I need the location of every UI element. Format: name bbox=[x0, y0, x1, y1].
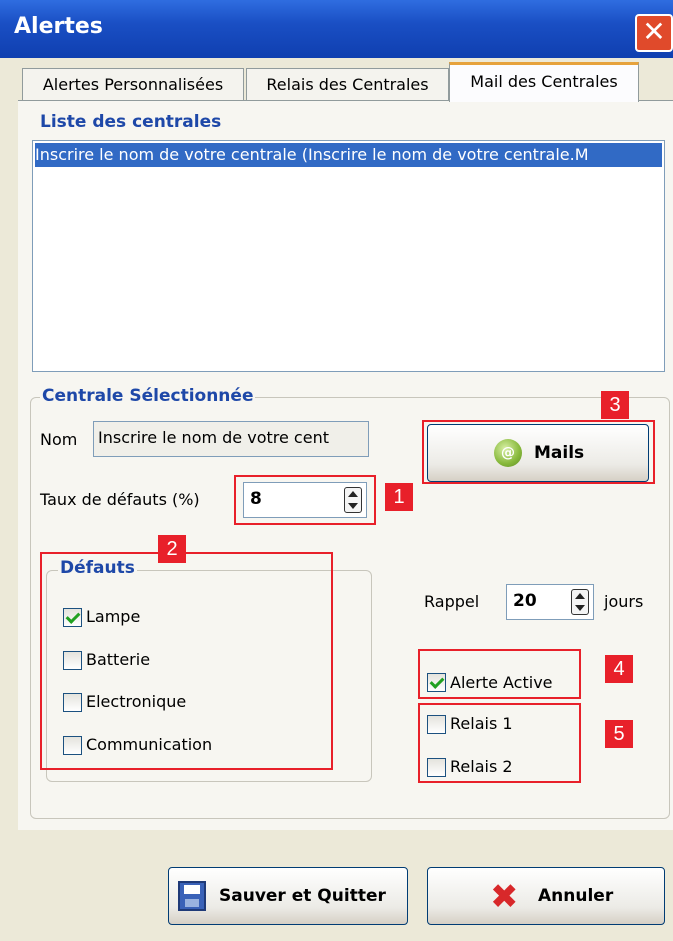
window-title: Alertes bbox=[14, 14, 103, 39]
tab-mail-des-centrales[interactable]: Mail des Centrales bbox=[449, 62, 639, 102]
annotation-badge-3: 3 bbox=[601, 391, 629, 419]
red-cross-icon: ✖ bbox=[490, 877, 519, 917]
alerts-window: Alertes ✕ Alertes Personnalisées Relais … bbox=[0, 0, 673, 941]
rappel-unit: jours bbox=[604, 592, 644, 611]
annotation-badge-4: 4 bbox=[605, 655, 633, 683]
taux-label: Taux de défauts (%) bbox=[40, 490, 200, 509]
annotation-badge-2: 2 bbox=[158, 535, 186, 563]
rappel-label: Rappel bbox=[424, 592, 480, 611]
rappel-value: 20 bbox=[513, 591, 537, 611]
annotation-box-2 bbox=[40, 552, 333, 770]
selected-group-legend: Centrale Sélectionnée bbox=[40, 386, 256, 406]
annotation-badge-5: 5 bbox=[605, 720, 633, 748]
spinner-arrows-icon[interactable] bbox=[571, 589, 589, 615]
rappel-spinner[interactable]: 20 bbox=[506, 584, 594, 620]
floppy-disk-icon bbox=[178, 881, 206, 911]
save-and-quit-label: Sauver et Quitter bbox=[219, 886, 386, 906]
annotation-box-5 bbox=[418, 703, 581, 783]
nom-label: Nom bbox=[40, 430, 78, 449]
title-bar: Alertes ✕ bbox=[0, 0, 673, 58]
list-group-legend: Liste des centrales bbox=[38, 112, 224, 132]
cancel-button[interactable]: ✖ Annuler bbox=[427, 867, 665, 925]
nom-field[interactable]: Inscrire le nom de votre cent bbox=[93, 421, 369, 457]
tab-alertes-personnalisees[interactable]: Alertes Personnalisées bbox=[22, 68, 244, 100]
annotation-badge-1: 1 bbox=[385, 483, 413, 511]
list-item[interactable]: Inscrire le nom de votre centrale (Inscr… bbox=[35, 143, 662, 167]
save-and-quit-button[interactable]: Sauver et Quitter bbox=[168, 867, 408, 925]
cancel-label: Annuler bbox=[538, 886, 614, 906]
annotation-box-3 bbox=[422, 420, 655, 484]
annotation-box-1 bbox=[234, 475, 376, 525]
close-button[interactable]: ✕ bbox=[635, 14, 673, 52]
tab-relais-des-centrales[interactable]: Relais des Centrales bbox=[246, 68, 449, 100]
centrales-list[interactable]: Inscrire le nom de votre centrale (Inscr… bbox=[32, 140, 665, 372]
close-icon: ✕ bbox=[642, 15, 666, 48]
annotation-box-4 bbox=[418, 649, 581, 699]
